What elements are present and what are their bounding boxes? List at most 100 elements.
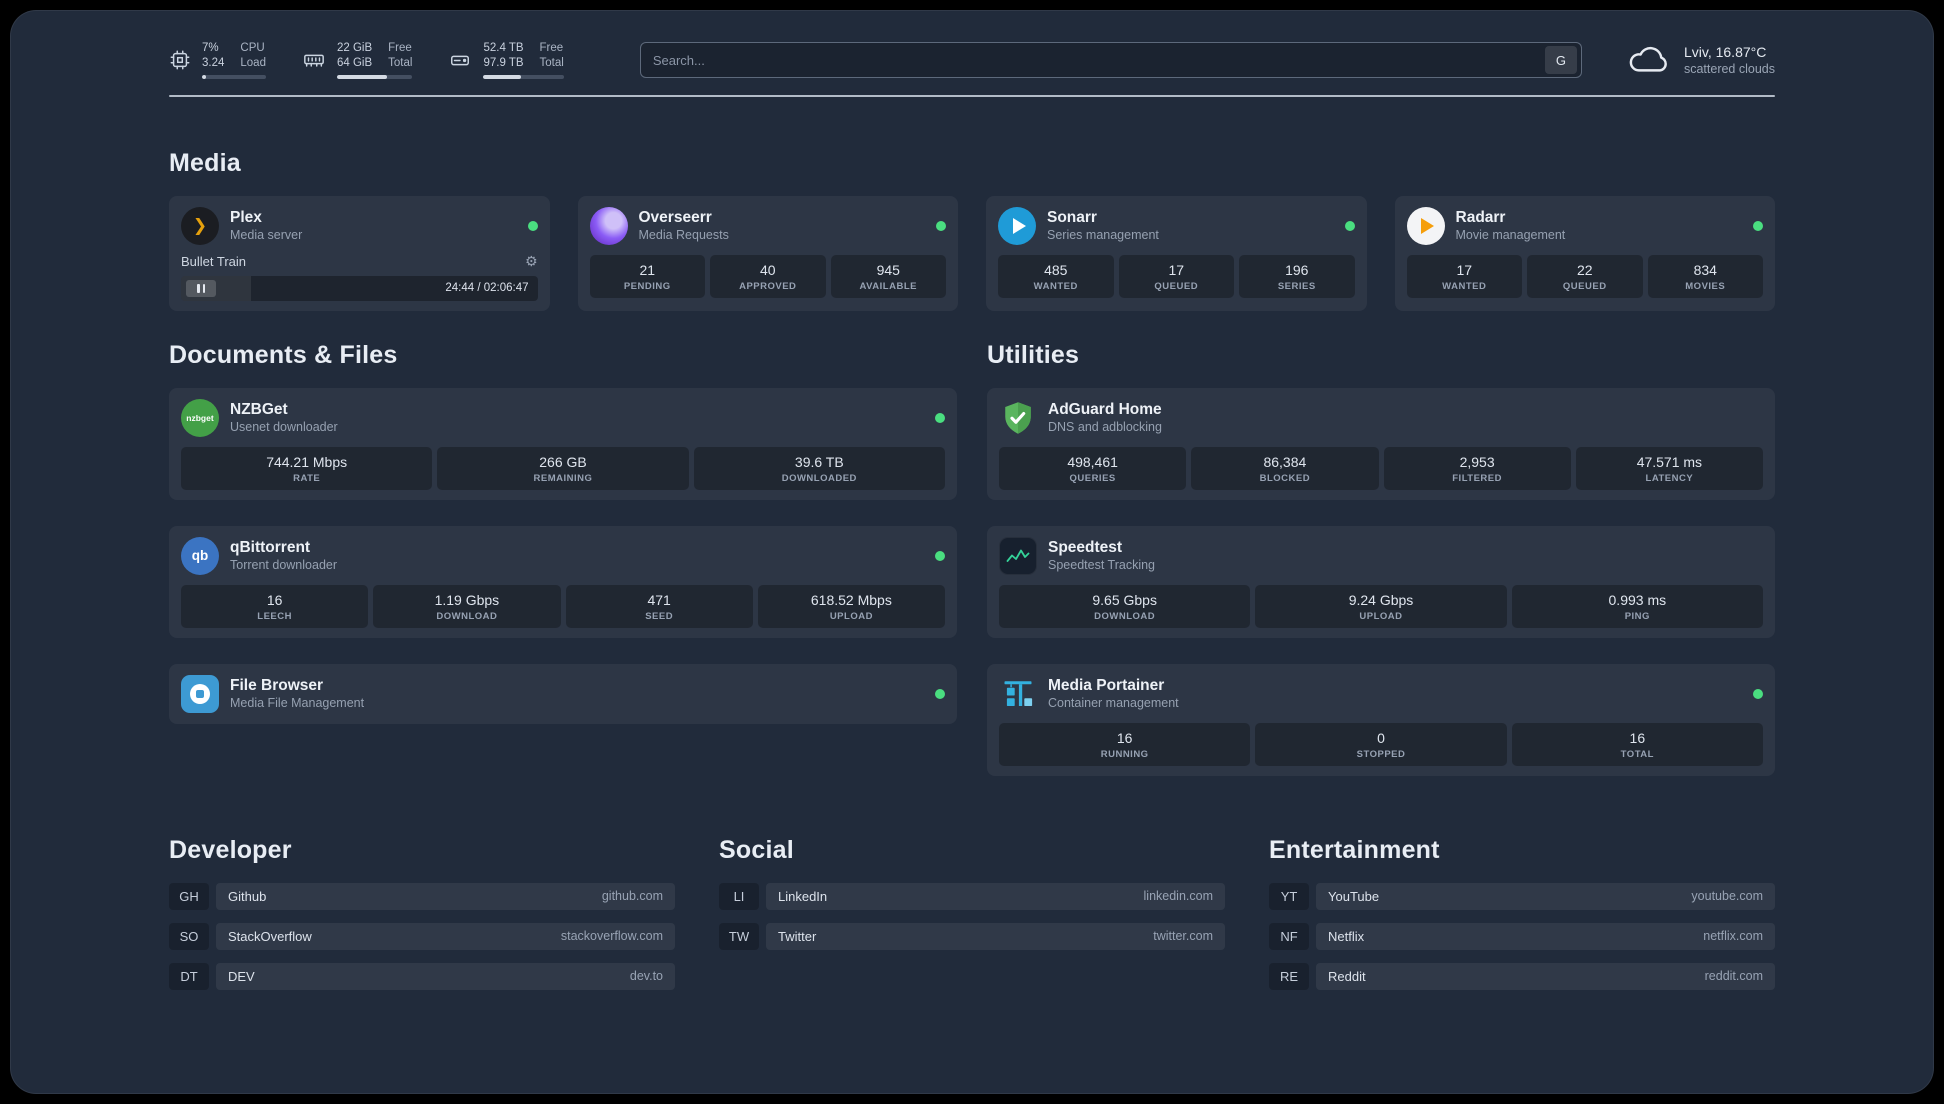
stat-label: UPLOAD [829, 610, 873, 622]
bookmark-reddit[interactable]: RE Reddit reddit.com [1269, 962, 1775, 990]
stat-value: 0 [1377, 729, 1385, 746]
service-description: Torrent downloader [230, 558, 338, 573]
gear-icon[interactable]: ⚙ [525, 254, 538, 268]
service-description: Speedtest Tracking [1048, 558, 1156, 573]
playback-time: 24:44 / 02:06:47 [445, 282, 529, 295]
stat-label: SERIES [1277, 280, 1316, 292]
service-card-adguard[interactable]: AdGuard Home DNS and adblocking 498,461 … [987, 387, 1775, 500]
stat-box: 266 GB REMAINING [437, 446, 689, 490]
bookmark-twitter[interactable]: TW Twitter twitter.com [719, 922, 1225, 950]
service-description: Series management [1047, 228, 1159, 243]
utilities-section: Utilities AdGuard Home DNS and adblockin… [987, 341, 1775, 776]
stat-value: 16 [1116, 729, 1133, 746]
service-name: Speedtest [1048, 538, 1123, 556]
bookmark-dev[interactable]: DT DEV dev.to [169, 962, 675, 990]
service-description: Media server [230, 228, 303, 243]
stat-value: 47.571 ms [1636, 453, 1703, 470]
service-card-plex[interactable]: ❯ Plex Media server Bullet Train ⚙ 24:44… [169, 195, 550, 311]
stat-value: 21 [639, 261, 656, 278]
cpu-usage-value: 7% [202, 42, 219, 54]
pause-button[interactable] [186, 279, 216, 297]
memory-total-value: 64 GiB [336, 57, 373, 70]
stat-label: STOPPED [1356, 748, 1406, 760]
stat-box: 2,953 FILTERED [1383, 446, 1571, 490]
overseerr-icon [589, 206, 628, 245]
status-dot [935, 550, 945, 561]
stat-box: 0.993 ms PING [1511, 584, 1763, 628]
sonarr-icon [998, 206, 1036, 245]
cpu-icon [169, 49, 191, 71]
stat-value: 40 [759, 261, 776, 278]
service-description: Movie management [1455, 228, 1566, 243]
bookmark-abbr: RE [1269, 962, 1309, 990]
stat-box: 9.65 Gbps DOWNLOAD [999, 584, 1251, 628]
bookmark-abbr: LI [719, 882, 759, 910]
service-card-radarr[interactable]: Radarr Movie management 17 WANTED 22 QUE… [1394, 195, 1775, 311]
bookmark-name: YouTube [1328, 888, 1380, 904]
stat-label: WANTED [1033, 280, 1078, 292]
section-title-social: Social [719, 835, 794, 864]
stat-box: 744.21 Mbps RATE [181, 446, 433, 490]
bookmark-stackoverflow[interactable]: SO StackOverflow stackoverflow.com [169, 922, 675, 950]
stat-label: LEECH [257, 610, 292, 622]
bookmark-youtube[interactable]: YT YouTube youtube.com [1269, 882, 1775, 910]
service-card-filebrowser[interactable]: File Browser Media File Management [169, 663, 957, 724]
stat-label: LATENCY [1645, 472, 1694, 484]
bookmark-abbr: YT [1269, 882, 1309, 910]
bookmark-url: dev.to [629, 969, 663, 984]
stat-value: 86,384 [1263, 453, 1307, 470]
bookmark-linkedin[interactable]: LI LinkedIn linkedin.com [719, 882, 1225, 910]
service-card-speedtest[interactable]: Speedtest Speedtest Tracking 9.65 Gbps D… [987, 525, 1775, 638]
stat-value: 39.6 TB [794, 453, 844, 470]
search-bar[interactable]: G [639, 42, 1582, 79]
service-card-portainer[interactable]: Media Portainer Container management 16 … [987, 663, 1775, 776]
disk-free-label: Free [539, 42, 564, 54]
stat-box: 945 AVAILABLE [830, 254, 946, 298]
service-card-overseerr[interactable]: Overseerr Media Requests 21 PENDING 40 A… [577, 195, 958, 311]
stat-value: 485 [1044, 261, 1068, 278]
stat-value: 498,461 [1067, 453, 1118, 470]
media-section: ❯ Plex Media server Bullet Train ⚙ 24:44… [169, 195, 1775, 311]
stat-value: 2,953 [1459, 453, 1495, 470]
bookmark-github[interactable]: GH Github github.com [169, 882, 675, 910]
memory-free-label: Free [388, 42, 412, 54]
stat-label: AVAILABLE [859, 280, 917, 292]
stat-label: RATE [293, 472, 321, 484]
service-name: Media Portainer [1048, 676, 1165, 694]
bookmark-url: stackoverflow.com [560, 929, 663, 944]
bookmark-name: Twitter [778, 928, 817, 944]
stat-value: 22 [1576, 261, 1593, 278]
qbittorrent-icon: qb [181, 536, 219, 575]
stat-box: 47.571 ms LATENCY [1575, 446, 1763, 490]
bookmark-netflix[interactable]: NF Netflix netflix.com [1269, 922, 1775, 950]
section-title-documents: Documents & Files [169, 340, 398, 369]
search-provider-button[interactable]: G [1544, 46, 1577, 75]
disk-progress-bar [483, 74, 564, 80]
stat-label: WANTED [1442, 280, 1487, 292]
stat-label: BLOCKED [1259, 472, 1311, 484]
search-input[interactable] [652, 52, 1545, 68]
stat-label: UPLOAD [1359, 610, 1403, 622]
service-name: qBittorrent [230, 538, 311, 556]
disk-free-value: 52.4 TB [483, 42, 524, 54]
service-card-sonarr[interactable]: Sonarr Series management 485 WANTED 17 Q… [986, 195, 1367, 311]
bookmark-url: reddit.com [1704, 969, 1763, 984]
stat-value: 1.19 Gbps [434, 591, 500, 608]
stat-value: 618.52 Mbps [810, 591, 892, 608]
radarr-icon [1406, 206, 1445, 245]
service-card-nzbget[interactable]: nzbget NZBGet Usenet downloader 744.21 M… [169, 387, 957, 500]
stat-box: 16 LEECH [181, 584, 369, 628]
status-dot [936, 220, 946, 231]
weather-widget: Lviv, 16.87°C scattered clouds [1626, 44, 1775, 76]
section-title-entertainment: Entertainment [1269, 835, 1440, 864]
disk-icon [448, 49, 472, 71]
playback-progress-bar[interactable]: 24:44 / 02:06:47 [181, 275, 538, 301]
section-title-utilities: Utilities [987, 340, 1080, 369]
service-description: DNS and adblocking [1048, 420, 1162, 435]
bookmark-group-entertainment: Entertainment YT YouTube youtube.com NF … [1269, 836, 1775, 990]
bookmark-abbr: SO [169, 922, 209, 950]
stat-box: 17 QUEUED [1118, 254, 1234, 298]
service-card-qbittorrent[interactable]: qb qBittorrent Torrent downloader 16 LEE… [169, 525, 957, 638]
stat-value: 9.24 Gbps [1348, 591, 1414, 608]
stat-label: REMAINING [533, 472, 593, 484]
